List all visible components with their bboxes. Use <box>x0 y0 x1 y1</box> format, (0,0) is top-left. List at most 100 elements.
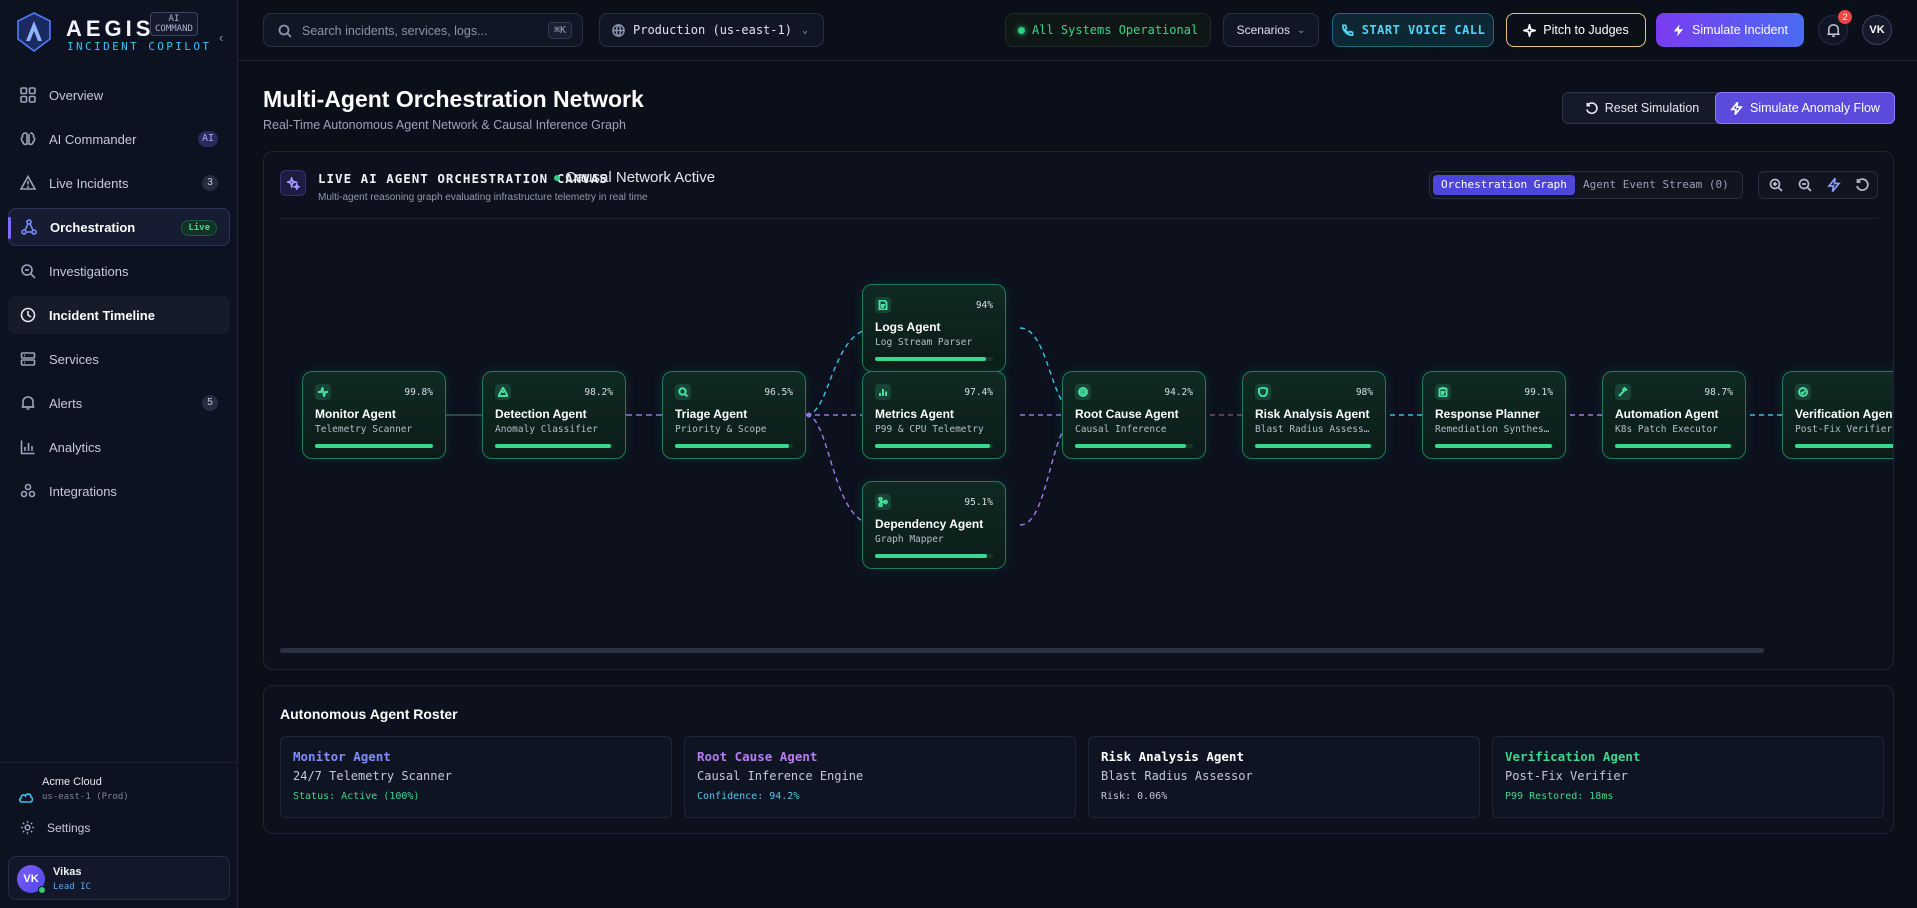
agent-node-monitor-agent[interactable]: 99.8% Monitor Agent Telemetry Scanner <box>302 371 446 459</box>
zoom-in-button[interactable] <box>1769 178 1785 194</box>
refresh-icon <box>1856 178 1869 191</box>
flow-button[interactable] <box>1827 175 1843 194</box>
target-icon <box>1075 384 1091 400</box>
live-badge: Live <box>181 220 217 236</box>
agent-node-automation-agent[interactable]: 98.7% Automation Agent K8s Patch Executor <box>1602 371 1746 459</box>
environment-selector[interactable]: Production (us-east-1) ⌄ <box>599 13 824 47</box>
sparkles-icon <box>287 177 300 190</box>
simulate-incident-button[interactable]: Simulate Incident <box>1656 13 1804 47</box>
sidebar-item-incident-timeline[interactable]: Incident Timeline <box>8 296 230 334</box>
notification-count: 2 <box>1838 10 1852 24</box>
sidebar-item-analytics[interactable]: Analytics <box>8 428 230 466</box>
tab-orchestration-graph[interactable]: Orchestration Graph <box>1433 175 1575 195</box>
agent-progress-bar <box>875 444 993 448</box>
agent-progress-bar <box>1795 444 1893 448</box>
agent-confidence: 98.2% <box>584 387 613 398</box>
brand[interactable]: AEGIS AI COMMAND INCIDENT COPILOT ‹ <box>16 10 230 54</box>
agent-confidence: 98% <box>1355 387 1373 398</box>
lightning-icon <box>1730 101 1743 115</box>
roster-agent-stat: P99 Restored: 18ms <box>1505 791 1614 802</box>
sidebar-item-services[interactable]: Services <box>8 340 230 378</box>
agent-role: Priority & Scope <box>675 424 767 435</box>
agent-node-verification-agent[interactable]: Verification Agent Post-Fix Verifier <box>1782 371 1893 459</box>
sidebar-item-orchestration[interactable]: Orchestration Live <box>8 208 230 246</box>
bars-icon <box>875 384 891 400</box>
roster-agent-name: Root Cause Agent <box>697 749 818 764</box>
agent-progress-bar <box>1075 444 1193 448</box>
user-card[interactable]: VK Vikas Lead IC <box>8 856 230 900</box>
agent-confidence: 97.4% <box>964 387 993 398</box>
settings-link[interactable]: Settings <box>20 820 90 835</box>
avatar[interactable]: VK <box>1862 15 1892 45</box>
agent-role: Blast Radius Assessor <box>1255 424 1375 435</box>
status-dot <box>554 174 560 181</box>
canvas-status-text: Causal Network Active <box>565 169 716 186</box>
agent-node-detection-agent[interactable]: 98.2% Detection Agent Anomaly Classifier <box>482 371 626 459</box>
refresh-button[interactable] <box>1855 178 1871 194</box>
sidebar-item-investigations[interactable]: Investigations <box>8 252 230 290</box>
sidebar-item-label: Alerts <box>49 395 83 411</box>
agent-progress-fill <box>315 444 433 448</box>
agent-progress-fill <box>675 444 789 448</box>
notifications-button[interactable]: 2 <box>1818 10 1852 45</box>
environment-value: Production (us-east-1) <box>633 23 792 37</box>
search-box[interactable]: ⌘K <box>263 13 583 47</box>
globe-icon <box>612 23 625 37</box>
org-switcher[interactable]: Acme Cloud us-east-1 (Prod) <box>0 762 238 803</box>
agent-confidence: 98.7% <box>1704 387 1733 398</box>
sidebar-item-live-incidents[interactable]: Live Incidents 3 <box>8 164 230 202</box>
roster-agent-name: Risk Analysis Agent <box>1101 749 1244 764</box>
roster-title: Autonomous Agent Roster <box>280 706 458 722</box>
server-icon <box>20 352 36 366</box>
page-subtitle: Real-Time Autonomous Agent Network & Cau… <box>263 118 626 132</box>
roster-card-verification-agent[interactable]: Verification Agent Post-Fix Verifier P99 R… <box>1492 736 1884 818</box>
sidebar-item-ai-commander[interactable]: AI Commander AI <box>8 120 230 158</box>
sidebar-item-alerts[interactable]: Alerts 5 <box>8 384 230 422</box>
start-voice-call-button[interactable]: START VOICE CALL <box>1332 13 1494 47</box>
sidebar-item-overview[interactable]: Overview <box>8 76 230 114</box>
reset-simulation-button[interactable]: Reset Simulation <box>1562 92 1722 124</box>
agent-name: Triage Agent <box>675 407 748 421</box>
phone-icon <box>1341 24 1354 36</box>
zoom-out-button[interactable] <box>1798 178 1814 194</box>
agent-role: Post-Fix Verifier <box>1795 424 1893 435</box>
agent-role: Graph Mapper <box>875 534 944 545</box>
user-role: Lead IC <box>53 882 91 892</box>
simulate-label: Simulate Incident <box>1692 23 1788 37</box>
agent-node-triage-agent[interactable]: 96.5% Triage Agent Priority & Scope <box>662 371 806 459</box>
search-input[interactable] <box>302 21 522 41</box>
agent-progress-bar <box>875 357 993 361</box>
roster-card-risk-analysis-agent[interactable]: Risk Analysis Agent Blast Radius Assessor… <box>1088 736 1480 818</box>
canvas-horizontal-scrollbar[interactable] <box>280 648 1764 653</box>
agent-node-dependency-agent[interactable]: 95.1% Dependency Agent Graph Mapper <box>862 481 1006 569</box>
agent-name: Logs Agent <box>875 320 941 334</box>
agent-node-risk-analysis-agent[interactable]: 98% Risk Analysis Agent Blast Radius Asses… <box>1242 371 1386 459</box>
roster-card-monitor-agent[interactable]: Monitor Agent 24/7 Telemetry Scanner Statu… <box>280 736 672 818</box>
chevron-down-icon: ⌄ <box>1296 24 1306 36</box>
activity-icon <box>315 384 331 400</box>
roster-agent-role: 24/7 Telemetry Scanner <box>293 769 452 783</box>
brand-badge: AI COMMAND <box>150 12 198 36</box>
pitch-to-judges-button[interactable]: Pitch to Judges <box>1506 13 1646 47</box>
simulate-anomaly-flow-button[interactable]: Simulate Anomaly Flow <box>1715 92 1895 124</box>
agent-node-metrics-agent[interactable]: 97.4% Metrics Agent P99 & CPU Telemetry <box>862 371 1006 459</box>
sidebar-item-label: Services <box>49 351 99 367</box>
roster-agent-stat: Confidence: 94.2% <box>697 791 800 802</box>
scenarios-dropdown[interactable]: Scenarios ⌄ <box>1223 13 1319 47</box>
roster-agent-role: Causal Inference Engine <box>697 769 864 783</box>
tab-agent-event-stream[interactable]: Agent Event Stream (0) <box>1575 175 1737 195</box>
agent-node-root-cause-agent[interactable]: 94.2% Root Cause Agent Causal Inference <box>1062 371 1206 459</box>
lightning-icon <box>1673 23 1684 37</box>
agent-progress-fill <box>875 554 988 558</box>
grid-icon <box>20 87 36 103</box>
bell-icon <box>21 396 35 410</box>
sidebar-item-label: Integrations <box>49 483 117 499</box>
roster-card-root-cause-agent[interactable]: Root Cause Agent Causal Inference Engine C… <box>684 736 1076 818</box>
collapse-sidebar-chevron-icon[interactable]: ‹ <box>219 30 223 45</box>
warning-icon <box>495 384 511 400</box>
agent-node-response-planner[interactable]: 99.1% Response Planner Remediation Synthes… <box>1422 371 1566 459</box>
zoom-out-icon <box>1798 178 1812 192</box>
sidebar-item-integrations[interactable]: Integrations <box>8 472 230 510</box>
agent-node-logs-agent[interactable]: 94% Logs Agent Log Stream Parser <box>862 284 1006 372</box>
bar-chart-icon <box>20 440 35 455</box>
